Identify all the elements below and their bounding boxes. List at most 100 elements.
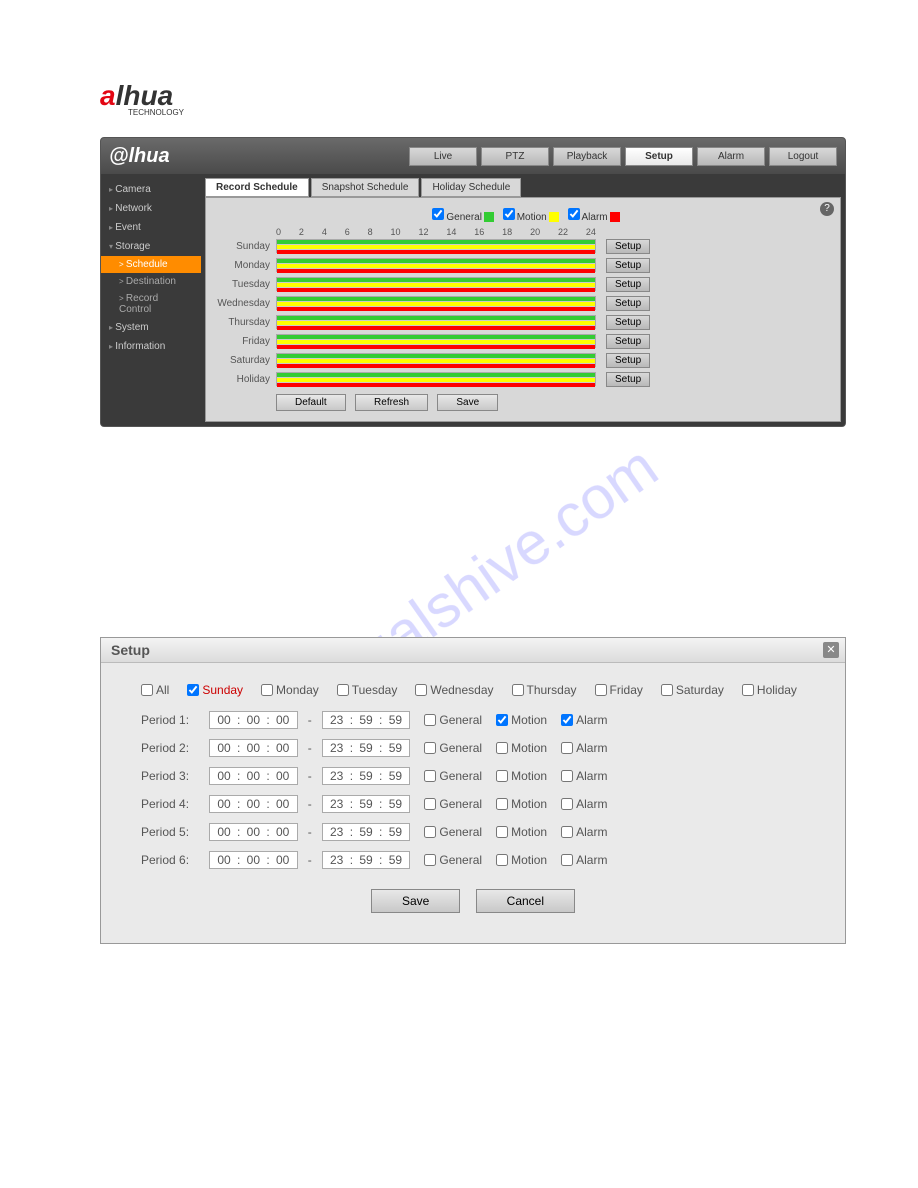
period-general-checkbox[interactable]: General [424,797,482,811]
nav-playback[interactable]: Playback [553,147,621,166]
row-setup-button[interactable]: Setup [606,372,650,387]
legend-motion-checkbox[interactable] [503,208,515,220]
day-checkbox-holiday[interactable]: Holiday [742,683,797,697]
day-checkbox-saturday[interactable]: Saturday [661,683,724,697]
save-button[interactable]: Save [437,394,498,411]
day-checkbox-tuesday[interactable]: Tuesday [337,683,398,697]
period-start-time[interactable]: 00:00:00 [209,823,298,841]
nav-live[interactable]: Live [409,147,477,166]
app-logo: @lhua [109,145,170,168]
period-start-time[interactable]: 00:00:00 [209,739,298,757]
period-motion-checkbox[interactable]: Motion [496,797,547,811]
day-checkbox-sunday[interactable]: Sunday [187,683,243,697]
legend-motion-label: Motion [517,212,547,223]
day-checkbox-all[interactable]: All [141,683,169,697]
sidebar-item-information[interactable]: Information [101,337,201,356]
period-general-checkbox[interactable]: General [424,769,482,783]
setup-dialog: Setup ✕ All Sunday Monday Tuesday Wednesday T… [100,637,846,944]
day-checkbox-friday[interactable]: Friday [595,683,643,697]
period-start-time[interactable]: 00:00:00 [209,795,298,813]
hour-tick: 4 [322,227,327,237]
legend-general-checkbox[interactable] [432,208,444,220]
tab-snapshot-schedule[interactable]: Snapshot Schedule [311,178,420,197]
logo-rest: lhua [116,80,174,111]
period-motion-checkbox[interactable]: Motion [496,853,547,867]
day-checkbox-thursday[interactable]: Thursday [512,683,577,697]
period-alarm-checkbox[interactable]: Alarm [561,713,607,727]
sidebar-item-network[interactable]: Network [101,199,201,218]
row-setup-button[interactable]: Setup [606,334,650,349]
period-end-time[interactable]: 23:59:59 [322,795,411,813]
period-alarm-checkbox[interactable]: Alarm [561,797,607,811]
row-setup-button[interactable]: Setup [606,258,650,273]
period-end-time[interactable]: 23:59:59 [322,767,411,785]
period-motion-checkbox[interactable]: Motion [496,769,547,783]
period-end-time[interactable]: 23:59:59 [322,739,411,757]
period-general-checkbox[interactable]: General [424,741,482,755]
period-start-time[interactable]: 00:00:00 [209,711,298,729]
period-general-checkbox[interactable]: General [424,713,482,727]
default-button[interactable]: Default [276,394,346,411]
period-start-time[interactable]: 00:00:00 [209,851,298,869]
schedule-bar[interactable] [276,372,596,386]
row-setup-button[interactable]: Setup [606,353,650,368]
dialog-save-button[interactable]: Save [371,889,460,913]
period-alarm-checkbox[interactable]: Alarm [561,741,607,755]
period-alarm-checkbox[interactable]: Alarm [561,825,607,839]
dialog-title: Setup [101,638,845,663]
period-start-time[interactable]: 00:00:00 [209,767,298,785]
row-setup-button[interactable]: Setup [606,277,650,292]
close-icon[interactable]: ✕ [823,642,839,658]
schedule-row: WednesdaySetup [216,294,830,312]
period-label: Period 3: [141,769,203,783]
day-label: Saturday [216,355,276,366]
schedule-bar[interactable] [276,334,596,348]
period-end-time[interactable]: 23:59:59 [322,851,411,869]
schedule-bar[interactable] [276,353,596,367]
day-checkbox-monday[interactable]: Monday [261,683,319,697]
legend-alarm-checkbox[interactable] [568,208,580,220]
nav-setup[interactable]: Setup [625,147,693,166]
period-motion-checkbox[interactable]: Motion [496,825,547,839]
help-icon[interactable]: ? [820,202,834,216]
tab-holiday-schedule[interactable]: Holiday Schedule [421,178,521,197]
dash-icon: - [308,825,312,839]
sidebar-sub-schedule[interactable]: Schedule [101,256,201,273]
nav-ptz[interactable]: PTZ [481,147,549,166]
period-alarm-checkbox[interactable]: Alarm [561,769,607,783]
period-label: Period 5: [141,825,203,839]
schedule-bar[interactable] [276,239,596,253]
day-label: Friday [216,336,276,347]
tab-record-schedule[interactable]: Record Schedule [205,178,309,197]
period-end-time[interactable]: 23:59:59 [322,711,411,729]
period-label: Period 6: [141,853,203,867]
period-end-time[interactable]: 23:59:59 [322,823,411,841]
day-checkbox-wednesday[interactable]: Wednesday [415,683,493,697]
sidebar-item-system[interactable]: System [101,318,201,337]
period-general-checkbox[interactable]: General [424,825,482,839]
row-setup-button[interactable]: Setup [606,296,650,311]
period-general-checkbox[interactable]: General [424,853,482,867]
row-setup-button[interactable]: Setup [606,315,650,330]
hour-tick: 22 [558,227,568,237]
schedule-bar[interactable] [276,258,596,272]
period-alarm-checkbox[interactable]: Alarm [561,853,607,867]
schedule-bar[interactable] [276,296,596,310]
nav-logout[interactable]: Logout [769,147,837,166]
schedule-bar[interactable] [276,315,596,329]
nav-buttons: LivePTZPlaybackSetupAlarmLogout [409,147,837,166]
period-motion-checkbox[interactable]: Motion [496,741,547,755]
sidebar-item-event[interactable]: Event [101,218,201,237]
hour-tick: 16 [474,227,484,237]
nav-alarm[interactable]: Alarm [697,147,765,166]
refresh-button[interactable]: Refresh [355,394,428,411]
dialog-cancel-button[interactable]: Cancel [476,889,575,913]
sidebar-sub-destination[interactable]: Destination [101,273,201,290]
swatch-red-icon [610,212,620,222]
sidebar-sub-record-control[interactable]: Record Control [101,290,201,318]
period-motion-checkbox[interactable]: Motion [496,713,547,727]
sidebar-item-storage[interactable]: Storage [101,237,201,256]
schedule-bar[interactable] [276,277,596,291]
sidebar-item-camera[interactable]: Camera [101,180,201,199]
row-setup-button[interactable]: Setup [606,239,650,254]
